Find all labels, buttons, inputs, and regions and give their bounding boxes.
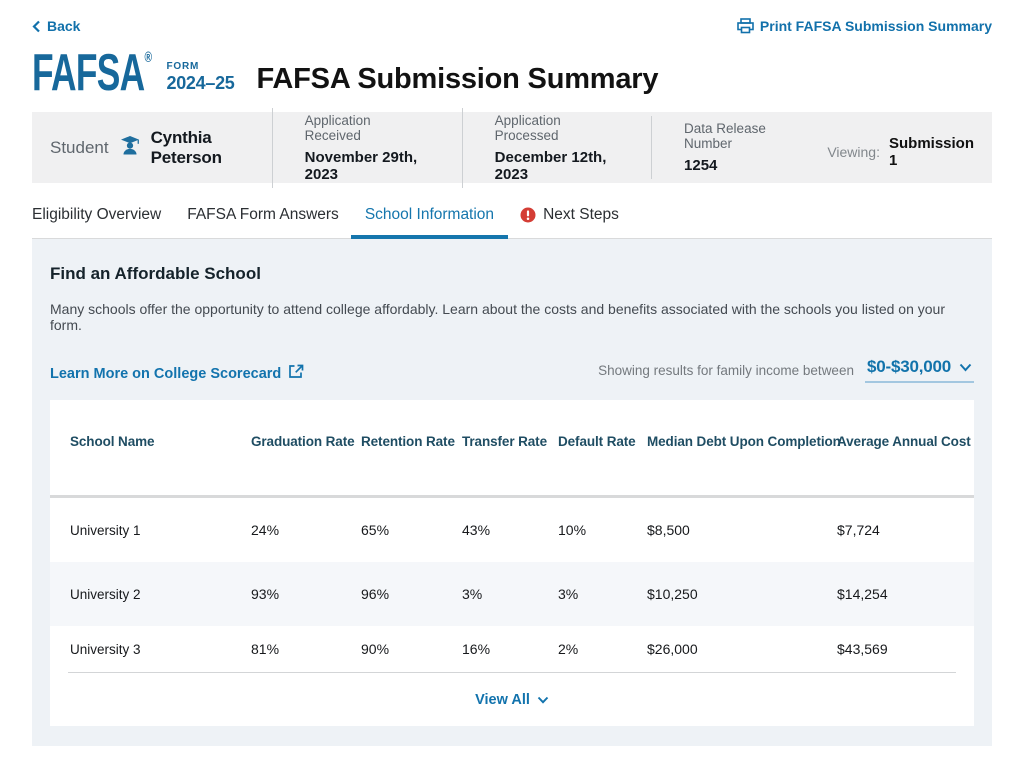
masthead: FAFSA® FORM 2024–25 FAFSA Submission Sum… xyxy=(32,45,992,95)
info-value: December 12th, 2023 xyxy=(495,149,619,183)
back-link[interactable]: Back xyxy=(32,18,80,34)
registered-mark: ® xyxy=(145,49,153,66)
cell-average-annual-cost: $7,724 xyxy=(837,522,974,538)
cell-default-rate: 2% xyxy=(558,641,647,657)
tab-school-information[interactable]: School Information xyxy=(365,206,494,238)
info-label: Data Release Number xyxy=(684,121,795,151)
col-school-name: School Name xyxy=(70,434,251,449)
top-bar: Back Print FAFSA Submission Summary xyxy=(32,0,992,34)
table-row: University 2 93% 96% 3% 3% $10,250 $14,2… xyxy=(50,562,974,626)
cell-retention-rate: 65% xyxy=(361,522,462,538)
chevron-left-icon xyxy=(32,20,41,33)
tab-bar: Eligibility Overview FAFSA Form Answers … xyxy=(32,206,992,239)
viewing-value: Submission 1 xyxy=(889,135,974,169)
cell-default-rate: 3% xyxy=(558,586,647,602)
table-row: University 3 81% 90% 16% 2% $26,000 $43,… xyxy=(50,626,974,672)
college-scorecard-link[interactable]: Learn More on College Scorecard xyxy=(50,364,304,383)
alert-icon xyxy=(520,207,536,223)
panel-controls: Learn More on College Scorecard Showing … xyxy=(50,357,974,383)
print-label: Print FAFSA Submission Summary xyxy=(760,18,992,34)
cell-default-rate: 10% xyxy=(558,522,647,538)
cell-average-annual-cost: $14,254 xyxy=(837,586,974,602)
info-value: November 29th, 2023 xyxy=(305,149,430,183)
info-application-processed: Application Processed December 12th, 202… xyxy=(462,108,619,188)
printer-icon xyxy=(737,18,754,34)
cell-graduation-rate: 24% xyxy=(251,522,361,538)
info-label: Application Processed xyxy=(495,113,619,143)
page-title: FAFSA Submission Summary xyxy=(257,65,659,95)
chevron-down-icon xyxy=(537,692,549,708)
income-filter-label: Showing results for family income betwee… xyxy=(598,363,854,378)
form-years: 2024–25 xyxy=(167,73,235,94)
col-graduation-rate: Graduation Rate xyxy=(251,434,361,449)
col-average-annual-cost: Average Annual Cost xyxy=(837,434,974,449)
student-role-label: Student xyxy=(50,138,109,158)
cell-average-annual-cost: $43,569 xyxy=(837,641,974,657)
panel-title: Find an Affordable School xyxy=(50,264,974,284)
back-label: Back xyxy=(47,18,80,34)
income-filter: Showing results for family income betwee… xyxy=(598,357,974,383)
table-row: University 1 24% 65% 43% 10% $8,500 $7,7… xyxy=(50,498,974,562)
viewing-submission: Viewing: Submission 1 xyxy=(827,135,974,169)
cell-retention-rate: 96% xyxy=(361,586,462,602)
cell-school-name: University 1 xyxy=(70,523,251,538)
fafsa-submission-summary-page: Back Print FAFSA Submission Summary FAFS… xyxy=(0,0,1024,757)
form-word: FORM xyxy=(167,61,235,72)
cell-transfer-rate: 3% xyxy=(462,586,558,602)
info-data-release-number: Data Release Number 1254 xyxy=(651,116,795,179)
school-information-panel: Find an Affordable School Many schools o… xyxy=(32,239,992,746)
fafsa-logo-form-year: FORM 2024–25 xyxy=(167,61,235,95)
cell-retention-rate: 90% xyxy=(361,641,462,657)
student-info-bar: Student Cynthia Peterson Application Rec… xyxy=(32,112,992,183)
cell-median-debt: $26,000 xyxy=(647,641,837,657)
schools-table: School Name Graduation Rate Retention Ra… xyxy=(50,400,974,726)
col-retention-rate: Retention Rate xyxy=(361,434,462,449)
col-default-rate: Default Rate xyxy=(558,434,647,449)
cell-school-name: University 3 xyxy=(70,642,251,657)
tab-eligibility-overview[interactable]: Eligibility Overview xyxy=(32,206,161,238)
student-name: Cynthia Peterson xyxy=(151,128,248,168)
panel-description: Many schools offer the opportunity to at… xyxy=(50,301,974,333)
external-link-icon xyxy=(289,364,304,383)
cell-transfer-rate: 43% xyxy=(462,522,558,538)
info-label: Application Received xyxy=(305,113,430,143)
cell-transfer-rate: 16% xyxy=(462,641,558,657)
info-value: 1254 xyxy=(684,157,795,174)
col-median-debt: Median Debt Upon Completion xyxy=(647,434,837,449)
view-all-button[interactable]: View All xyxy=(475,692,549,708)
tab-fafsa-form-answers[interactable]: FAFSA Form Answers xyxy=(187,206,339,238)
viewing-label: Viewing: xyxy=(827,144,880,160)
chevron-down-icon xyxy=(959,357,972,377)
student-identity: Student Cynthia Peterson xyxy=(50,128,248,168)
view-all-row: View All xyxy=(50,673,974,726)
cell-graduation-rate: 81% xyxy=(251,641,361,657)
table-header-row: School Name Graduation Rate Retention Ra… xyxy=(50,400,974,495)
cell-median-debt: $10,250 xyxy=(647,586,837,602)
info-application-received: Application Received November 29th, 2023 xyxy=(272,108,430,188)
income-range-dropdown[interactable]: $0-$30,000 xyxy=(865,357,974,383)
tab-next-steps[interactable]: Next Steps xyxy=(520,206,619,238)
print-link[interactable]: Print FAFSA Submission Summary xyxy=(737,18,992,34)
fafsa-logo-wordmark: FAFSA® xyxy=(32,52,152,95)
graduate-student-icon xyxy=(119,135,141,160)
cell-school-name: University 2 xyxy=(70,587,251,602)
cell-median-debt: $8,500 xyxy=(647,522,837,538)
col-transfer-rate: Transfer Rate xyxy=(462,434,558,449)
fafsa-logo: FAFSA® FORM 2024–25 xyxy=(32,52,235,95)
cell-graduation-rate: 93% xyxy=(251,586,361,602)
